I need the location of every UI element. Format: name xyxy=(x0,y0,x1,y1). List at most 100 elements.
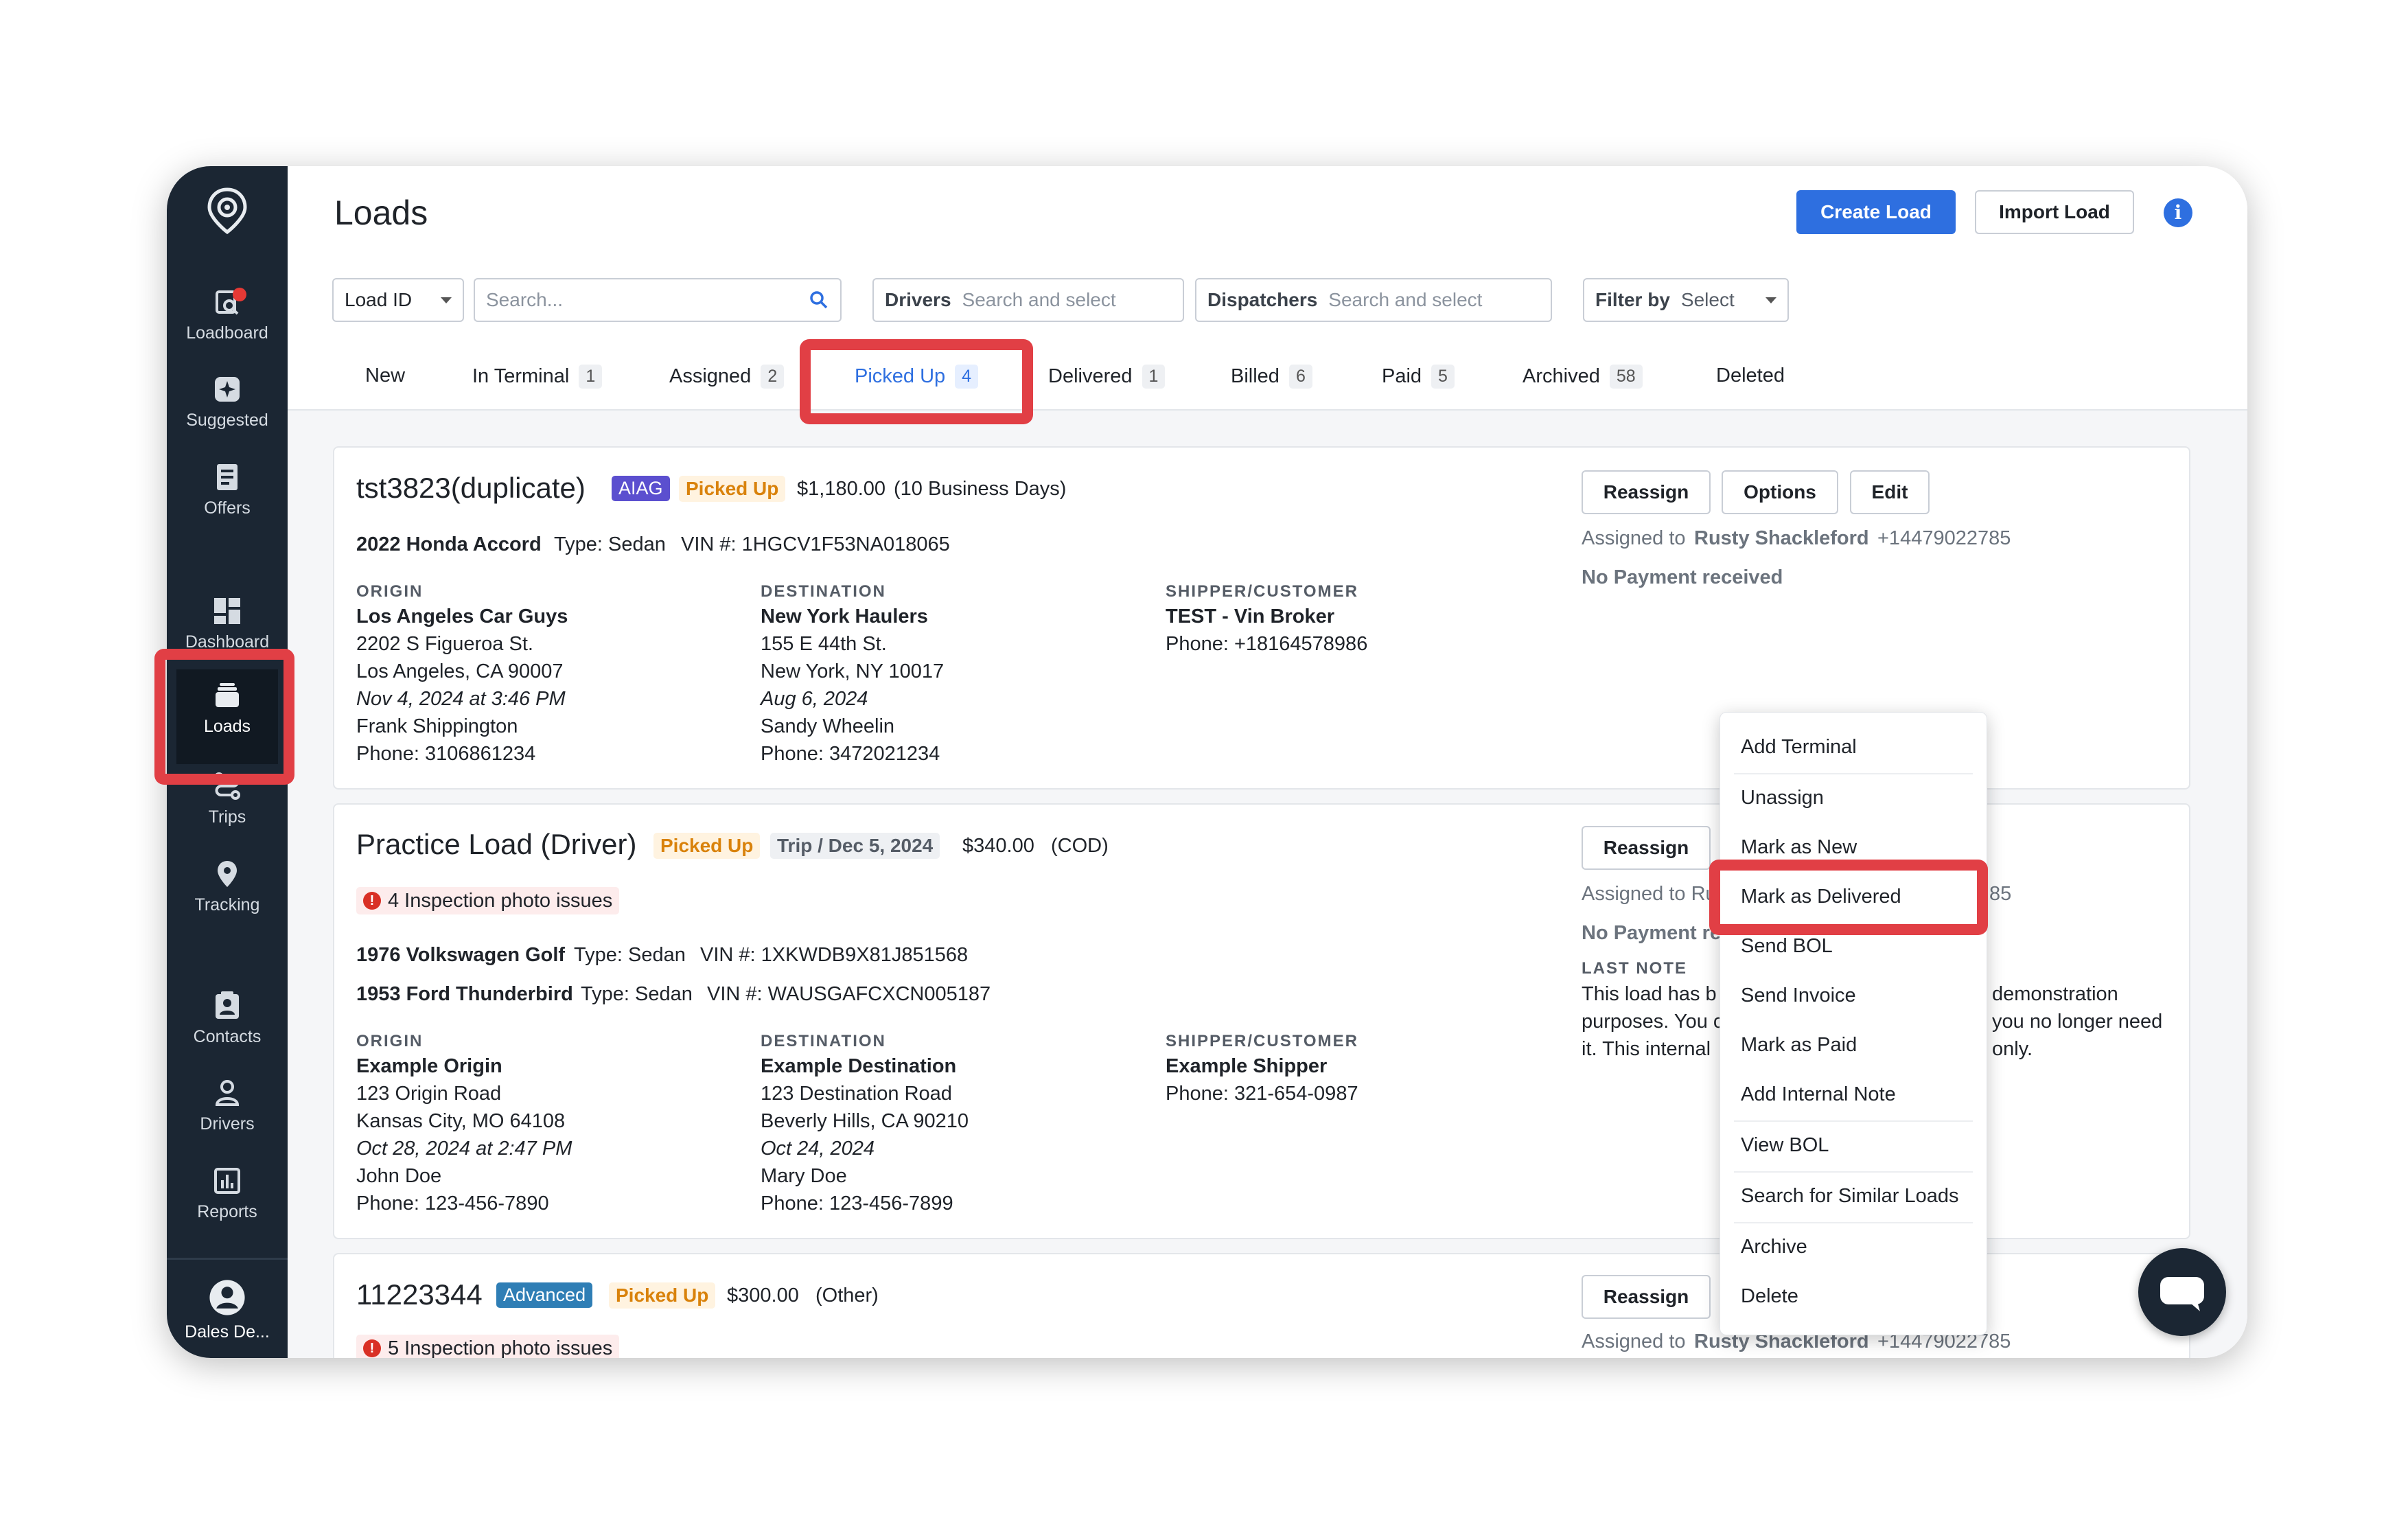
user-profile[interactable]: Dales De... xyxy=(167,1278,288,1342)
tab-deleted[interactable]: Deleted xyxy=(1716,365,1785,387)
last-note-line: demonstration xyxy=(1992,983,2118,1005)
tab-billed[interactable]: Billed 6 xyxy=(1231,365,1312,389)
sidebar-item-contacts[interactable]: Contacts xyxy=(167,990,288,1047)
reassign-button[interactable]: Reassign xyxy=(1582,826,1711,870)
options-button[interactable]: Options xyxy=(1722,470,1838,514)
menu-item-archive[interactable]: Archive xyxy=(1741,1236,1807,1258)
tab-in-terminal[interactable]: In Terminal 1 xyxy=(472,365,603,389)
destination-street: 155 E 44th St. xyxy=(761,633,887,655)
sidebar-item-label: Offers xyxy=(204,498,251,518)
trip-badge[interactable]: Trip / Dec 5, 2024 xyxy=(770,833,940,859)
assigned-phone-tail: 85 xyxy=(1989,883,2012,905)
vehicle-vin: VIN #: WAUSGAFCXCN005187 xyxy=(707,983,991,1005)
origin-name: Example Origin xyxy=(356,1055,502,1077)
drivers-icon xyxy=(215,1080,240,1106)
tab-count: 1 xyxy=(1142,365,1166,389)
inspection-issues-badge[interactable]: ! 4 Inspection photo issues xyxy=(356,887,620,914)
sidebar-item-tracking[interactable]: Tracking xyxy=(167,858,288,915)
create-load-button[interactable]: Create Load xyxy=(1796,190,1956,234)
vehicle-name: 2022 Honda Accord xyxy=(356,533,542,555)
load-tag-badge: AIAG xyxy=(612,476,670,501)
menu-item-add-terminal[interactable]: Add Terminal xyxy=(1741,736,1857,759)
dispatchers-select[interactable]: Dispatchers Search and select xyxy=(1195,278,1552,322)
menu-item-add-internal-note[interactable]: Add Internal Note xyxy=(1741,1083,1896,1106)
vehicle-type: Type: Sedan xyxy=(554,533,666,555)
menu-item-mark-as-new[interactable]: Mark as New xyxy=(1741,836,1857,859)
import-load-button[interactable]: Import Load xyxy=(1975,190,2134,234)
menu-divider xyxy=(1734,773,1973,774)
menu-item-delete[interactable]: Delete xyxy=(1741,1285,1798,1308)
menu-item-unassign[interactable]: Unassign xyxy=(1741,787,1824,809)
sidebar-item-drivers[interactable]: Drivers xyxy=(167,1077,288,1134)
origin-street: 123 Origin Road xyxy=(356,1083,502,1105)
search-input[interactable]: Search... xyxy=(474,278,842,322)
menu-item-search-similar-loads[interactable]: Search for Similar Loads xyxy=(1741,1185,1959,1208)
sidebar-item-loadboard[interactable]: Loadboard xyxy=(167,286,288,343)
tab-picked-up[interactable]: Picked Up 4 xyxy=(855,365,979,389)
contacts-icon xyxy=(216,991,239,1019)
app-logo-icon[interactable] xyxy=(205,187,249,235)
edit-button[interactable]: Edit xyxy=(1850,470,1930,514)
tab-count: 2 xyxy=(761,365,785,389)
drivers-select[interactable]: Drivers Search and select xyxy=(872,278,1184,322)
info-icon[interactable]: i xyxy=(2164,198,2192,227)
tab-label: New xyxy=(365,365,406,387)
menu-divider xyxy=(1734,1120,1973,1122)
sidebar-item-offers[interactable]: Offers xyxy=(167,461,288,518)
sidebar-divider xyxy=(167,1258,288,1260)
menu-item-send-bol[interactable]: Send BOL xyxy=(1741,935,1833,958)
user-avatar-icon xyxy=(209,1280,245,1315)
sidebar-item-reports[interactable]: Reports xyxy=(167,1165,288,1222)
menu-item-view-bol[interactable]: View BOL xyxy=(1741,1134,1829,1157)
loads-nav-highlight xyxy=(154,649,294,785)
tab-delivered[interactable]: Delivered 1 xyxy=(1048,365,1166,389)
sidebar-item-label: Drivers xyxy=(200,1114,255,1133)
tab-paid[interactable]: Paid 5 xyxy=(1382,365,1455,389)
destination-city: Beverly Hills, CA 90210 xyxy=(761,1110,969,1132)
tab-archived[interactable]: Archived 58 xyxy=(1523,365,1643,389)
origin-label: ORIGIN xyxy=(356,1032,424,1050)
origin-city: Kansas City, MO 64108 xyxy=(356,1110,566,1132)
origin-contact: Frank Shippington xyxy=(356,715,518,737)
sidebar-item-suggested[interactable]: Suggested xyxy=(167,373,288,430)
load-id-select[interactable]: Load ID xyxy=(332,278,464,322)
tab-label: Picked Up xyxy=(855,365,946,387)
origin-date: Oct 28, 2024 at 2:47 PM xyxy=(356,1138,572,1160)
tracking-icon xyxy=(218,861,237,887)
load-title[interactable]: Practice Load (Driver) xyxy=(356,828,636,861)
shipper-label: SHIPPER/CUSTOMER xyxy=(1166,1032,1358,1050)
menu-item-mark-as-paid[interactable]: Mark as Paid xyxy=(1741,1034,1857,1057)
tab-label: Archived xyxy=(1523,365,1600,387)
page-title: Loads xyxy=(334,194,428,232)
load-terms: (10 Business Days) xyxy=(894,478,1067,500)
menu-item-send-invoice[interactable]: Send Invoice xyxy=(1741,984,1856,1007)
sidebar-item-dashboard[interactable]: Dashboard xyxy=(167,595,288,652)
payment-status: No Payment received xyxy=(1582,566,1783,588)
tab-label: Paid xyxy=(1382,365,1422,387)
menu-divider xyxy=(1734,1222,1973,1223)
chat-button[interactable] xyxy=(2138,1248,2226,1336)
suggested-icon xyxy=(215,377,240,402)
shipper-name: TEST - Vin Broker xyxy=(1166,606,1335,627)
tab-label: Billed xyxy=(1231,365,1280,387)
destination-name: New York Haulers xyxy=(761,606,928,627)
filter-by-select[interactable]: Filter by Select xyxy=(1583,278,1789,322)
dispatchers-placeholder: Search and select xyxy=(1328,289,1483,310)
tab-new[interactable]: New xyxy=(365,365,405,387)
sidebar-item-label: Loadboard xyxy=(186,323,268,343)
inspection-issues-text: 4 Inspection photo issues xyxy=(388,889,613,912)
search-icon[interactable] xyxy=(809,290,829,310)
sidebar-item-label: Reports xyxy=(197,1202,257,1221)
shipper-label: SHIPPER/CUSTOMER xyxy=(1166,582,1358,601)
destination-label: DESTINATION xyxy=(761,582,886,601)
load-title[interactable]: tst3823(duplicate) xyxy=(356,472,586,505)
mark-as-delivered-highlight xyxy=(1709,860,1988,935)
assigned-driver-phone: +14479022785 xyxy=(1877,527,2011,549)
assigned-driver-name[interactable]: Rusty Shackleford xyxy=(1694,527,1869,550)
reassign-button[interactable]: Reassign xyxy=(1582,470,1711,514)
tab-assigned[interactable]: Assigned 2 xyxy=(669,365,785,389)
tab-count: 1 xyxy=(579,365,603,389)
last-note-line: it. This internal xyxy=(1582,1038,1711,1060)
origin-contact: John Doe xyxy=(356,1165,442,1187)
destination-phone: Phone: 123-456-7899 xyxy=(761,1193,953,1214)
